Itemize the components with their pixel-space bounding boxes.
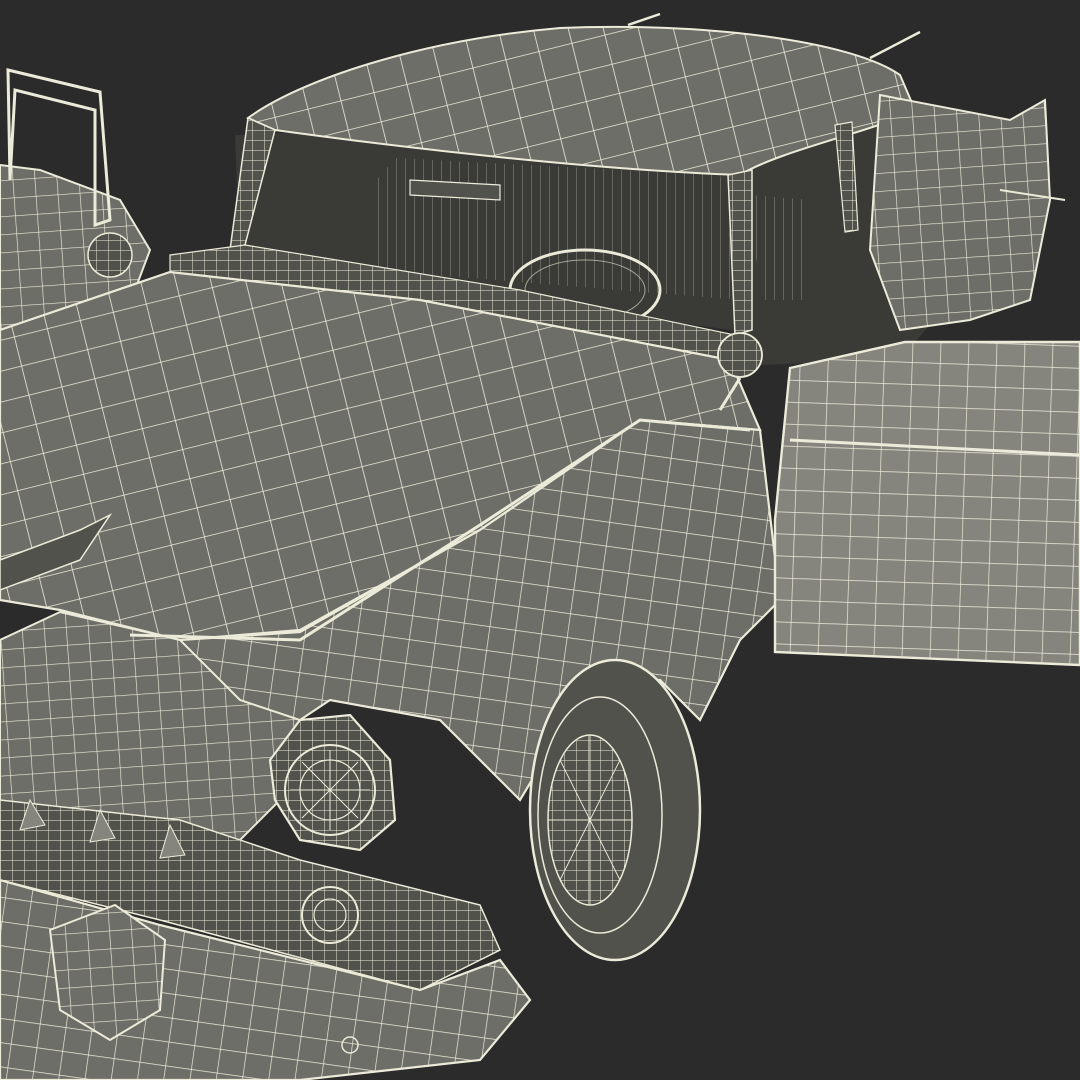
parking-light (301, 886, 359, 944)
right-door (773, 340, 1080, 667)
front-wheel (528, 658, 702, 962)
car-wireframe-render (0, 0, 1080, 1080)
left-mirror (87, 232, 133, 278)
render-viewport (0, 0, 1080, 1080)
rear-fender (868, 93, 1052, 332)
front-seat (750, 195, 810, 300)
